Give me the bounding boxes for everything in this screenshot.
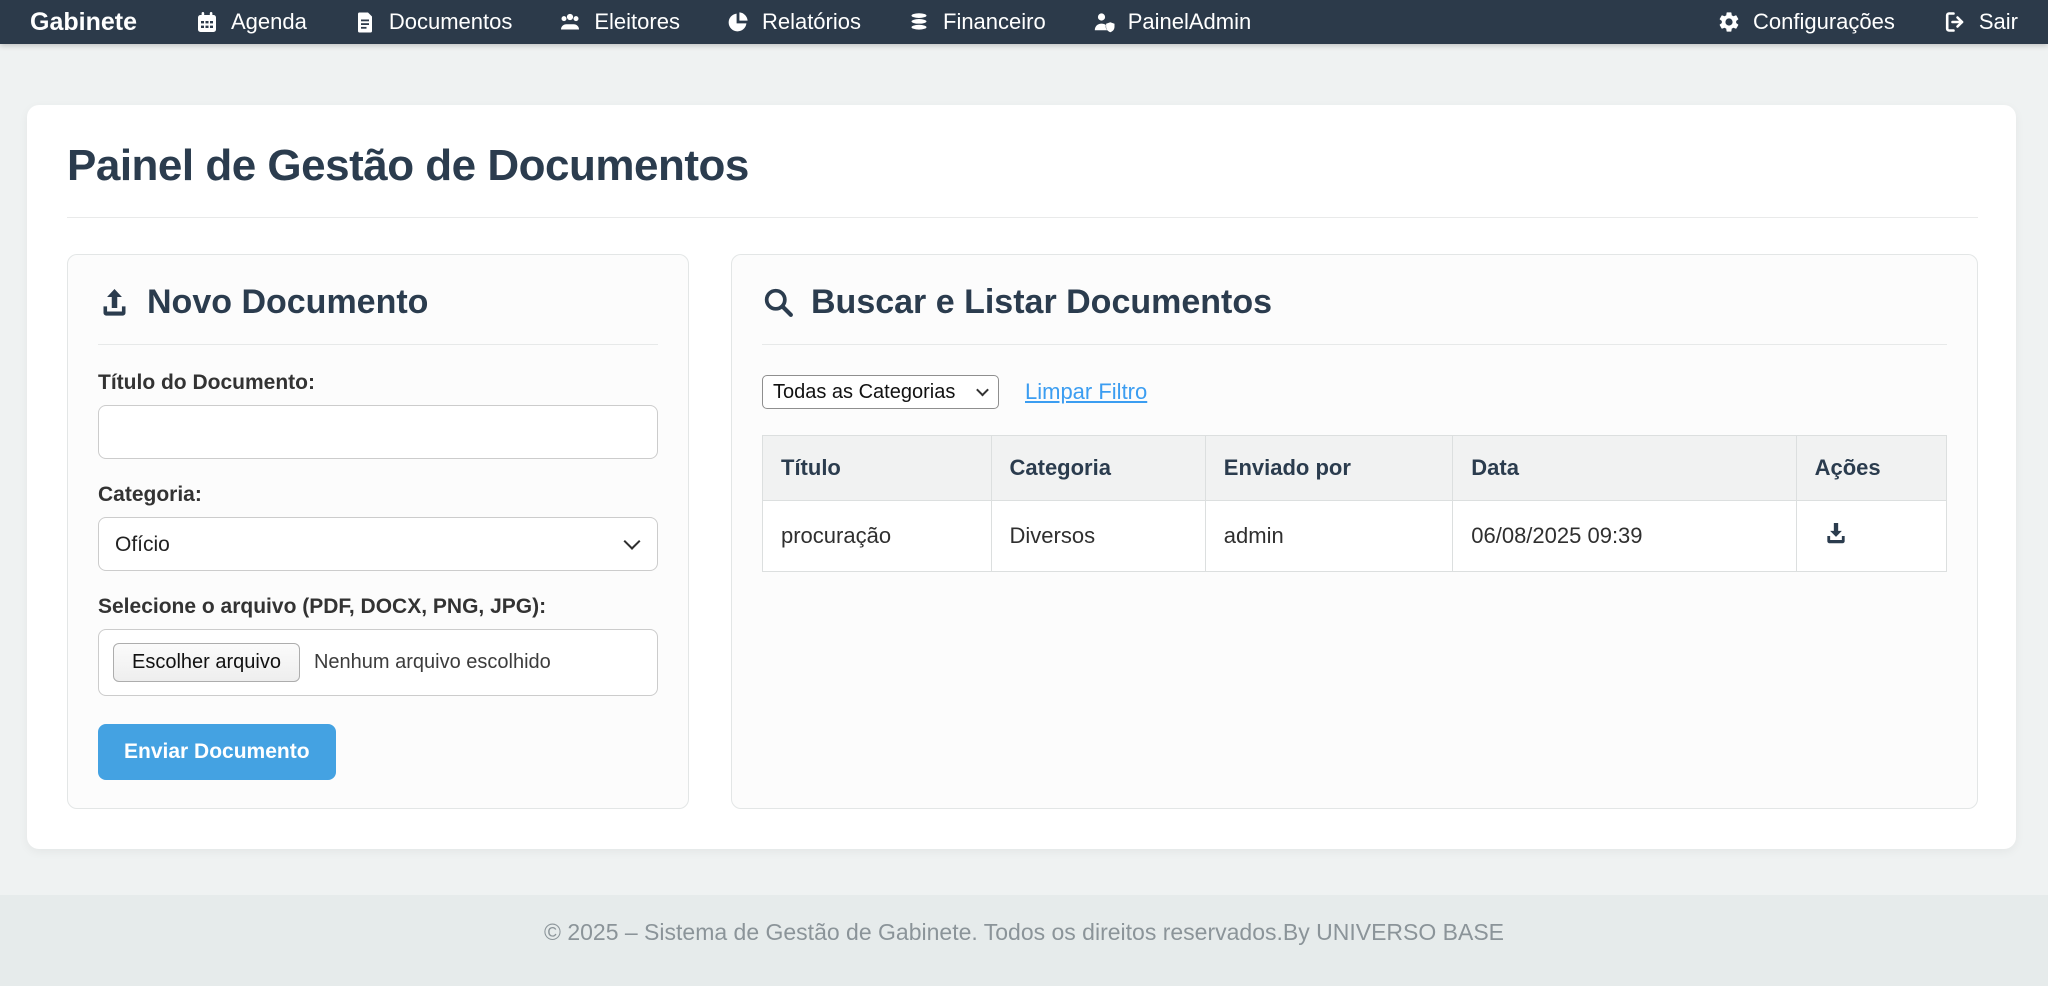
col-header-acoes: Ações	[1796, 436, 1946, 501]
submit-document-button[interactable]: Enviar Documento	[98, 724, 336, 780]
nav-item-documentos[interactable]: Documentos	[353, 9, 513, 35]
footer-text: © 2025 – Sistema de Gestão de Gabinete. …	[544, 919, 1504, 945]
coins-icon	[907, 10, 931, 34]
title-divider	[67, 217, 1978, 218]
file-input[interactable]: Escolher arquivo Nenhum arquivo escolhid…	[98, 629, 658, 696]
documents-table-head: Título Categoria Enviado por Data Ações	[763, 436, 1947, 501]
doc-title-input[interactable]	[98, 405, 658, 459]
file-label: Selecione o arquivo (PDF, DOCX, PNG, JPG…	[98, 595, 658, 619]
nav-menu: Agenda Documentos Eleitores Relatórios F	[195, 9, 1251, 35]
nav-item-label: Agenda	[231, 9, 307, 35]
page-footer: © 2025 – Sistema de Gestão de Gabinete. …	[0, 895, 2048, 986]
col-header-categoria: Categoria	[991, 436, 1205, 501]
gear-icon	[1717, 10, 1741, 34]
upload-form: Título do Documento: Categoria: Ofício S…	[98, 371, 658, 780]
sign-out-icon	[1943, 10, 1967, 34]
clear-filter-link[interactable]: Limpar Filtro	[1025, 379, 1147, 405]
nav-item-label: Eleitores	[594, 9, 680, 35]
nav-item-agenda[interactable]: Agenda	[195, 9, 307, 35]
nav-item-label: PainelAdmin	[1128, 9, 1252, 35]
cell-categoria: Diversos	[991, 501, 1205, 572]
file-choose-button[interactable]: Escolher arquivo	[113, 643, 300, 682]
cell-enviado-por: admin	[1205, 501, 1452, 572]
category-select-wrap: Ofício	[98, 517, 658, 571]
nav-item-configuracoes[interactable]: Configurações	[1717, 9, 1895, 35]
upload-panel-title-text: Novo Documento	[147, 283, 428, 322]
file-status-text: Nenhum arquivo escolhido	[314, 651, 551, 674]
table-header-row: Título Categoria Enviado por Data Ações	[763, 436, 1947, 501]
calendar-icon	[195, 10, 219, 34]
category-select[interactable]: Ofício	[98, 517, 658, 571]
nav-item-label: Financeiro	[943, 9, 1046, 35]
nav-item-label: Documentos	[389, 9, 513, 35]
pie-chart-icon	[726, 10, 750, 34]
top-navbar: Gabinete Agenda Documentos Eleitores Rel…	[0, 0, 2048, 44]
download-button[interactable]	[1823, 520, 1849, 546]
nav-item-label: Relatórios	[762, 9, 861, 35]
nav-item-relatorios[interactable]: Relatórios	[726, 9, 861, 35]
content-columns: Novo Documento Título do Documento: Cate…	[67, 254, 1978, 809]
col-header-enviado-por: Enviado por	[1205, 436, 1452, 501]
table-row: procuração Diversos admin 06/08/2025 09:…	[763, 501, 1947, 572]
brand-logo[interactable]: Gabinete	[30, 8, 137, 37]
nav-right-menu: Configurações Sair	[1717, 9, 2018, 35]
doc-title-label: Título do Documento:	[98, 371, 658, 395]
nav-item-label: Configurações	[1753, 9, 1895, 35]
cell-acoes	[1796, 501, 1946, 572]
download-icon	[1823, 534, 1849, 549]
search-panel: Buscar e Listar Documentos Todas as Cate…	[731, 254, 1978, 809]
nav-item-financeiro[interactable]: Financeiro	[907, 9, 1046, 35]
main-card: Painel de Gestão de Documentos Novo Docu…	[27, 105, 2016, 849]
nav-item-eleitores[interactable]: Eleitores	[558, 9, 680, 35]
search-panel-title-text: Buscar e Listar Documentos	[811, 283, 1272, 322]
nav-item-label: Sair	[1979, 9, 2018, 35]
filter-row: Todas as Categorias Limpar Filtro	[762, 375, 1947, 409]
upload-panel: Novo Documento Título do Documento: Cate…	[67, 254, 689, 809]
upload-panel-title: Novo Documento	[98, 283, 658, 345]
category-filter-select[interactable]: Todas as Categorias	[762, 375, 999, 409]
cell-titulo: procuração	[763, 501, 992, 572]
page-title: Painel de Gestão de Documentos	[67, 141, 1978, 191]
user-shield-icon	[1092, 10, 1116, 34]
documents-table: Título Categoria Enviado por Data Ações …	[762, 435, 1947, 572]
col-header-titulo: Título	[763, 436, 992, 501]
document-icon	[353, 10, 377, 34]
documents-table-body: procuração Diversos admin 06/08/2025 09:…	[763, 501, 1947, 572]
search-icon	[762, 286, 795, 319]
users-icon	[558, 10, 582, 34]
nav-item-sair[interactable]: Sair	[1943, 9, 2018, 35]
search-panel-title: Buscar e Listar Documentos	[762, 283, 1947, 345]
upload-icon	[98, 286, 131, 319]
nav-item-paineladmin[interactable]: PainelAdmin	[1092, 9, 1252, 35]
category-label: Categoria:	[98, 483, 658, 507]
col-header-data: Data	[1453, 436, 1796, 501]
cell-data: 06/08/2025 09:39	[1453, 501, 1796, 572]
category-filter-wrap: Todas as Categorias	[762, 375, 999, 409]
